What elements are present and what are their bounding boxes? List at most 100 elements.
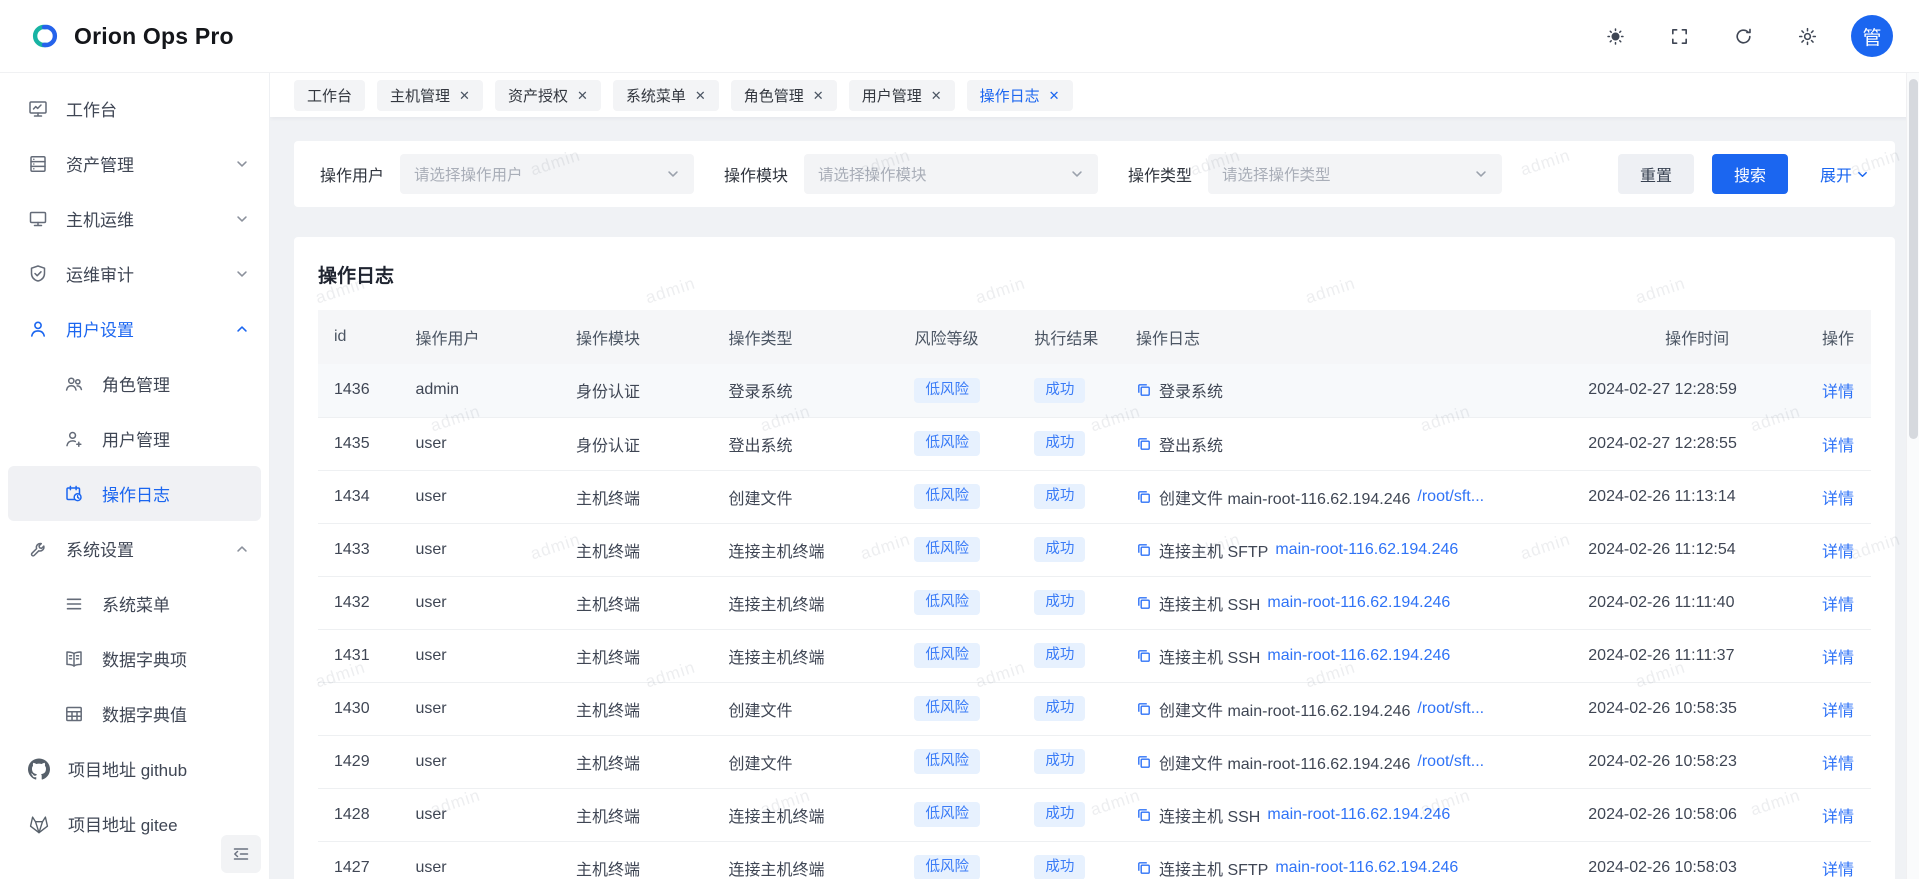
cell-id: 1430 — [318, 682, 407, 735]
log-link[interactable]: /root/sft... — [1417, 753, 1484, 771]
copy-icon[interactable] — [1136, 382, 1152, 398]
cell-module: 主机终端 — [568, 841, 720, 879]
cell-id: 1433 — [318, 523, 407, 576]
log-link[interactable]: main-root-116.62.194.246 — [1275, 859, 1458, 877]
log-text: 登出系统 — [1159, 432, 1223, 456]
chevron-down-icon — [666, 167, 680, 181]
assets-icon — [28, 154, 48, 174]
chevron-down-icon — [1856, 168, 1869, 181]
fullscreen-button[interactable] — [1659, 16, 1699, 56]
detail-link[interactable]: 详情 — [1822, 809, 1854, 826]
sidebar-item-audit[interactable]: 运维审计 — [0, 246, 269, 301]
log-link[interactable]: /root/sft... — [1417, 488, 1484, 506]
copy-icon[interactable] — [1136, 754, 1152, 770]
copy-icon[interactable] — [1136, 542, 1152, 558]
scrollbar-thumb[interactable] — [1909, 79, 1918, 439]
sidebar-item-dict-key[interactable]: 数据字典项 — [0, 631, 269, 686]
cell-id: 1428 — [318, 788, 407, 841]
cell-time: 2024-02-27 12:28:55 — [1580, 417, 1814, 470]
copy-icon[interactable] — [1136, 860, 1152, 876]
cell-module: 主机终端 — [568, 735, 720, 788]
sidebar-item-operation-log[interactable]: 操作日志 — [8, 466, 261, 521]
refresh-button[interactable] — [1723, 16, 1763, 56]
tab-role-management[interactable]: 角色管理 ✕ — [731, 80, 837, 111]
sidebar: 工作台 资产管理 主机运维 运维审计 用户设置 角色管理 用户管理 — [0, 73, 270, 879]
result-badge: 成功 — [1034, 802, 1085, 827]
user-avatar[interactable]: 管 — [1851, 15, 1893, 57]
sidebar-item-workbench[interactable]: 工作台 — [0, 81, 269, 136]
table-row: 1430 user 主机终端 创建文件 低风险 成功 创建文件 main-roo… — [318, 682, 1871, 735]
detail-link[interactable]: 详情 — [1822, 438, 1854, 455]
sidebar-item-label: 角色管理 — [102, 371, 170, 396]
log-link[interactable]: main-root-116.62.194.246 — [1267, 594, 1450, 612]
operation-type-select[interactable]: 请选择操作类型 — [1208, 154, 1502, 194]
detail-link[interactable]: 详情 — [1822, 650, 1854, 667]
settings-button[interactable] — [1787, 16, 1827, 56]
log-link[interactable]: main-root-116.62.194.246 — [1267, 806, 1450, 824]
column-header-module: 操作模块 — [568, 310, 720, 364]
detail-link[interactable]: 详情 — [1822, 703, 1854, 720]
sidebar-collapse-button[interactable] — [221, 835, 261, 873]
tab-close-icon[interactable]: ✕ — [577, 89, 588, 102]
tab-operation-log[interactable]: 操作日志 ✕ — [967, 80, 1073, 111]
detail-link[interactable]: 详情 — [1822, 491, 1854, 508]
tab-host-management[interactable]: 主机管理 ✕ — [377, 80, 483, 111]
log-link[interactable]: /root/sft... — [1417, 700, 1484, 718]
copy-icon[interactable] — [1136, 807, 1152, 823]
copy-icon[interactable] — [1136, 489, 1152, 505]
tab-system-menu[interactable]: 系统菜单 ✕ — [613, 80, 719, 111]
sidebar-item-user-management[interactable]: 用户管理 — [0, 411, 269, 466]
log-link[interactable]: main-root-116.62.194.246 — [1275, 541, 1458, 559]
table-row: 1431 user 主机终端 连接主机终端 低风险 成功 连接主机 SSH ma… — [318, 629, 1871, 682]
operation-module-select[interactable]: 请选择操作模块 — [804, 154, 1098, 194]
detail-link[interactable]: 详情 — [1822, 862, 1854, 879]
tab-close-icon[interactable]: ✕ — [1049, 89, 1060, 102]
tab-user-management[interactable]: 用户管理 ✕ — [849, 80, 955, 111]
sidebar-item-assets[interactable]: 资产管理 — [0, 136, 269, 191]
sidebar-item-dict-value[interactable]: 数据字典值 — [0, 686, 269, 741]
sidebar-item-role-management[interactable]: 角色管理 — [0, 356, 269, 411]
sidebar-item-user-settings[interactable]: 用户设置 — [0, 301, 269, 356]
sidebar-item-system-menu[interactable]: 系统菜单 — [0, 576, 269, 631]
tab-close-icon[interactable]: ✕ — [459, 89, 470, 102]
cell-module: 身份认证 — [568, 417, 720, 470]
column-header-result: 执行结果 — [1026, 310, 1128, 364]
tab-close-icon[interactable]: ✕ — [813, 89, 824, 102]
copy-icon[interactable] — [1136, 436, 1152, 452]
cell-module: 主机终端 — [568, 523, 720, 576]
detail-link[interactable]: 详情 — [1822, 544, 1854, 561]
system-menu-icon — [64, 594, 84, 614]
reset-button[interactable]: 重置 — [1618, 154, 1694, 194]
copy-icon[interactable] — [1136, 595, 1152, 611]
result-badge: 成功 — [1034, 590, 1085, 615]
detail-link[interactable]: 详情 — [1822, 384, 1854, 401]
filter-group-user: 操作用户 请选择操作用户 — [320, 154, 694, 194]
expand-label: 展开 — [1820, 162, 1852, 186]
table-row: 1435 user 身份认证 登出系统 低风险 成功 登出系统 2024-02-… — [318, 417, 1871, 470]
operation-user-select[interactable]: 请选择操作用户 — [400, 154, 694, 194]
tab-close-icon[interactable]: ✕ — [931, 89, 942, 102]
detail-link[interactable]: 详情 — [1822, 756, 1854, 773]
log-link[interactable]: main-root-116.62.194.246 — [1267, 647, 1450, 665]
vertical-scrollbar — [1906, 73, 1919, 879]
sidebar-item-system-settings[interactable]: 系统设置 — [0, 521, 269, 576]
search-button[interactable]: 搜索 — [1712, 154, 1788, 194]
theme-toggle-button[interactable] — [1595, 16, 1635, 56]
tab-close-icon[interactable]: ✕ — [695, 89, 706, 102]
collapse-sidebar-icon — [231, 844, 251, 864]
filter-label: 操作类型 — [1128, 162, 1192, 186]
user-settings-icon — [28, 319, 48, 339]
detail-link[interactable]: 详情 — [1822, 597, 1854, 614]
cell-type: 连接主机终端 — [720, 523, 906, 576]
roles-icon — [64, 374, 84, 394]
sidebar-item-github-link[interactable]: 项目地址 github — [0, 741, 269, 796]
sidebar-item-host-ops[interactable]: 主机运维 — [0, 191, 269, 246]
operation-log-table: id 操作用户 操作模块 操作类型 风险等级 执行结果 操作日志 操作时间 操作… — [318, 310, 1871, 879]
expand-filters-link[interactable]: 展开 — [1820, 162, 1869, 186]
tab-asset-authorization[interactable]: 资产授权 ✕ — [495, 80, 601, 111]
copy-icon[interactable] — [1136, 648, 1152, 664]
copy-icon[interactable] — [1136, 701, 1152, 717]
sidebar-item-label: 系统菜单 — [102, 591, 170, 616]
brand-home-link[interactable]: Orion Ops Pro — [0, 19, 234, 53]
tab-workbench[interactable]: 工作台 — [294, 80, 365, 111]
